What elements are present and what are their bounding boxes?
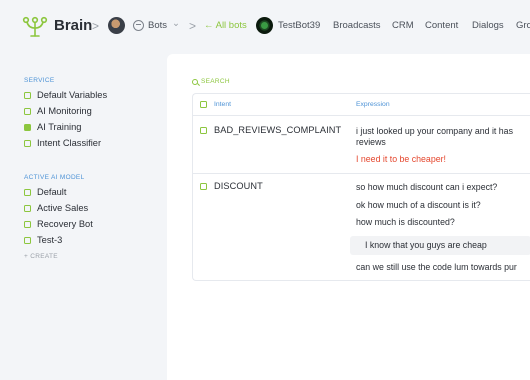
- chevron-down-icon[interactable]: ⌄: [172, 18, 180, 29]
- all-bots-link[interactable]: ← All bots: [204, 20, 247, 31]
- select-all-checkbox[interactable]: [200, 101, 207, 108]
- sidebar-model-default[interactable]: Default: [24, 187, 66, 197]
- checkbox-icon: [24, 107, 31, 115]
- sidebar-item-default-variables[interactable]: Default Variables: [24, 90, 107, 100]
- nav-content[interactable]: Content: [425, 20, 458, 31]
- checkbox-icon: [24, 91, 31, 99]
- checkbox-icon: [24, 220, 31, 228]
- user-avatar[interactable]: [108, 17, 125, 34]
- nav-groups[interactable]: Gro: [516, 20, 530, 31]
- service-section-title: SERVICE: [24, 77, 55, 84]
- row-checkbox[interactable]: [200, 127, 207, 134]
- sidebar-item-label: Intent Classifier: [37, 138, 102, 148]
- column-header-intent[interactable]: Intent: [214, 101, 231, 108]
- bot-name[interactable]: TestBot39: [278, 20, 320, 31]
- column-header-expression[interactable]: Expression: [356, 101, 390, 108]
- search-button[interactable]: SEARCH: [192, 78, 230, 85]
- intent-name[interactable]: BAD_REVIEWS_COMPLAINT: [214, 125, 341, 135]
- checkbox-icon: [24, 139, 31, 147]
- nav-broadcasts[interactable]: Broadcasts: [333, 20, 381, 31]
- sidebar-item-label: Test-3: [37, 235, 63, 245]
- sidebar-item-ai-monitoring[interactable]: AI Monitoring: [24, 106, 92, 116]
- top-navigation: Brain > Bots ⌄ > ← All bots TestBot39 Br…: [0, 0, 530, 54]
- nav-crm[interactable]: CRM: [392, 20, 414, 31]
- expression-text[interactable]: ok how much of a discount is it?: [356, 200, 481, 211]
- nav-dialogs[interactable]: Dialogs: [472, 20, 504, 31]
- bots-dropdown[interactable]: Bots: [148, 20, 167, 31]
- breadcrumb-separator: >: [189, 19, 197, 33]
- bot-icon: [133, 20, 144, 31]
- sidebar-model-recovery-bot[interactable]: Recovery Bot: [24, 219, 93, 229]
- search-label: SEARCH: [201, 78, 230, 85]
- sidebar-item-label: Recovery Bot: [37, 219, 93, 229]
- brand-name[interactable]: Brain: [54, 17, 92, 34]
- expression-text[interactable]: can we still use the code lum towards pu…: [356, 262, 517, 273]
- create-model-button[interactable]: + CREATE: [24, 253, 58, 260]
- sidebar-model-test-3[interactable]: Test-3: [24, 235, 62, 245]
- checkbox-icon: [24, 236, 31, 244]
- sidebar-item-ai-training[interactable]: AI Training: [24, 122, 81, 132]
- expression-text[interactable]: so how much discount can i expect?: [356, 182, 497, 193]
- intent-name[interactable]: DISCOUNT: [214, 181, 263, 191]
- table-header: Intent Expression: [193, 94, 530, 116]
- brain-logo-icon[interactable]: [22, 14, 48, 38]
- sidebar-item-label: Default Variables: [37, 90, 108, 100]
- sidebar-item-label: Default: [37, 187, 67, 197]
- expression-text[interactable]: i just looked up your company and it has: [356, 126, 513, 137]
- expression-text[interactable]: reviews: [356, 137, 386, 148]
- expression-text[interactable]: how much is discounted?: [356, 217, 455, 228]
- checkbox-icon: [24, 188, 31, 196]
- search-icon: [192, 78, 198, 85]
- row-divider: [193, 173, 530, 174]
- row-checkbox[interactable]: [200, 183, 207, 190]
- checkbox-icon: [24, 204, 31, 212]
- sidebar-item-label: AI Monitoring: [37, 106, 92, 116]
- bot-avatar[interactable]: [256, 17, 273, 34]
- sidebar-item-label: Active Sales: [37, 203, 89, 213]
- checkbox-checked-icon: [24, 123, 31, 131]
- sidebar-model-active-sales[interactable]: Active Sales: [24, 203, 88, 213]
- active-ai-model-section-title: ACTIVE AI MODEL: [24, 174, 85, 181]
- intents-table: Intent Expression BAD_REVIEWS_COMPLAINT …: [192, 93, 530, 281]
- expression-text-highlighted[interactable]: I know that you guys are cheap: [365, 240, 487, 251]
- expression-text-error[interactable]: I need it to be cheaper!: [356, 154, 446, 165]
- sidebar-item-label: AI Training: [37, 122, 82, 132]
- sidebar-item-intent-classifier[interactable]: Intent Classifier: [24, 138, 101, 148]
- breadcrumb-separator: >: [92, 19, 100, 33]
